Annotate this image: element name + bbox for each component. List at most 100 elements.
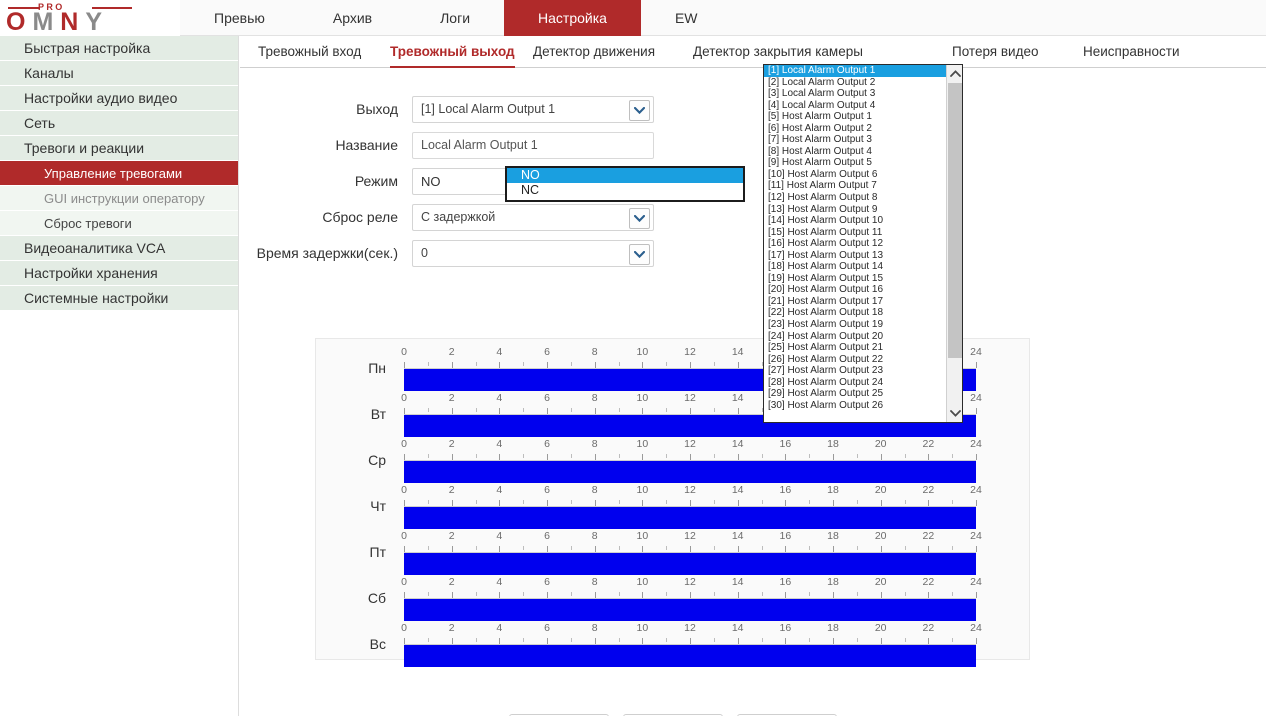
nav-item-3[interactable]: Логи [406, 0, 504, 36]
output-select[interactable]: [1] Local Alarm Output 1 [412, 95, 654, 123]
axis-tick-label: 6 [544, 438, 550, 450]
output-dropdown-popup[interactable]: [1] Local Alarm Output 1 [2] Local Alarm … [763, 64, 963, 423]
delay-time-select[interactable]: 0 [412, 239, 654, 267]
nav-item-4[interactable]: Настройка [504, 0, 641, 36]
output-option[interactable]: [30] Host Alarm Output 26 [764, 400, 947, 412]
axis-tick [618, 362, 620, 366]
output-option[interactable]: [25] Host Alarm Output 21 [764, 342, 947, 354]
axis-tick [809, 546, 811, 550]
sidebar-item-2[interactable]: Каналы [0, 61, 238, 86]
output-option[interactable]: [24] Host Alarm Output 20 [764, 331, 947, 343]
axis-tick-label: 4 [496, 576, 503, 588]
output-option[interactable]: [7] Host Alarm Output 3 [764, 134, 947, 146]
tab-label: Детектор закрытия камеры [693, 44, 863, 59]
output-option[interactable]: [14] Host Alarm Output 10 [764, 215, 947, 227]
axis-tick [475, 546, 477, 550]
tab-5[interactable]: Потеря видео [952, 36, 1038, 67]
schedule-day-label: Чт [370, 498, 386, 514]
output-option[interactable]: [15] Host Alarm Output 11 [764, 227, 947, 239]
tab-6[interactable]: Неисправности [1083, 36, 1179, 67]
axis-tick-label: 16 [779, 530, 792, 542]
axis-tick [427, 454, 429, 458]
chevron-down-icon[interactable] [629, 243, 650, 265]
schedule-bar[interactable] [404, 645, 976, 667]
sidebar-item-4[interactable]: Сеть [0, 111, 238, 136]
tab-2[interactable]: Тревожный выход [390, 36, 515, 68]
nav-item-5[interactable]: EW [641, 0, 732, 36]
output-option[interactable]: [8] Host Alarm Output 4 [764, 146, 947, 158]
sidebar-item-9[interactable]: Видеоаналитика VCA [0, 236, 238, 261]
schedule-track[interactable]: 024681012141618202224 [401, 484, 982, 529]
output-option[interactable]: [10] Host Alarm Output 6 [764, 169, 947, 181]
output-option[interactable]: [27] Host Alarm Output 23 [764, 365, 947, 377]
axis-tick [904, 454, 906, 458]
output-option[interactable]: [21] Host Alarm Output 17 [764, 296, 947, 308]
axis-tick-label: 0 [401, 484, 407, 496]
logo-omny-text: OMNY [6, 9, 109, 35]
output-option[interactable]: [5] Host Alarm Output 1 [764, 111, 947, 123]
sidebar-item-7[interactable]: GUI инструкции оператору [0, 186, 238, 211]
output-option[interactable]: [26] Host Alarm Output 22 [764, 354, 947, 366]
scroll-up-icon[interactable] [947, 65, 962, 82]
name-input[interactable]: Local Alarm Output 1 [412, 131, 654, 159]
chevron-down-icon[interactable] [629, 99, 650, 121]
output-option[interactable]: [20] Host Alarm Output 16 [764, 284, 947, 296]
output-select-value: [1] Local Alarm Output 1 [421, 101, 556, 116]
output-option[interactable]: [6] Host Alarm Output 2 [764, 123, 947, 135]
output-option[interactable]: [3] Local Alarm Output 3 [764, 88, 947, 100]
main-nav: Превью Архив Логи Настройка EW [180, 0, 732, 36]
output-dropdown-list[interactable]: [1] Local Alarm Output 1 [2] Local Alarm … [764, 65, 947, 422]
schedule-track[interactable]: 024681012141618202224 [401, 576, 982, 621]
axis-tick [976, 546, 977, 552]
chevron-down-icon[interactable] [629, 207, 650, 229]
output-option[interactable]: [11] Host Alarm Output 7 [764, 180, 947, 192]
axis-tick [809, 592, 811, 596]
output-dropdown-scrollbar[interactable] [946, 65, 962, 422]
schedule-track[interactable]: 024681012141618202224 [401, 530, 982, 575]
output-option[interactable]: [2] Local Alarm Output 2 [764, 77, 947, 89]
mode-option[interactable]: NC [507, 183, 743, 198]
output-option[interactable]: [23] Host Alarm Output 19 [764, 319, 947, 331]
sidebar-item-3[interactable]: Настройки аудио видео [0, 86, 238, 111]
output-option[interactable]: [16] Host Alarm Output 12 [764, 238, 947, 250]
output-option[interactable]: [13] Host Alarm Output 9 [764, 204, 947, 216]
tab-3[interactable]: Детектор движения [533, 36, 655, 67]
output-option[interactable]: [29] Host Alarm Output 25 [764, 388, 947, 400]
axis-tick-label: 14 [731, 622, 744, 634]
schedule-track[interactable]: 024681012141618202224 [401, 622, 982, 667]
mode-dropdown-popup[interactable]: NO NC [505, 166, 745, 202]
sidebar-item-6[interactable]: Управление тревогами [0, 161, 238, 186]
sidebar-item-5[interactable]: Тревоги и реакции [0, 136, 238, 161]
axis-tick-label: 8 [591, 438, 598, 450]
axis-tick [618, 500, 620, 504]
output-option[interactable]: [19] Host Alarm Output 15 [764, 273, 947, 285]
sidebar-item-8[interactable]: Сброс тревоги [0, 211, 238, 236]
output-option[interactable]: [1] Local Alarm Output 1 [764, 65, 947, 77]
mode-option[interactable]: NO [507, 168, 743, 183]
axis-tick-label: 10 [636, 438, 649, 450]
tab-1[interactable]: Тревожный вход [258, 36, 361, 67]
scrollbar-thumb[interactable] [948, 83, 962, 358]
output-option[interactable]: [22] Host Alarm Output 18 [764, 307, 947, 319]
axis-tick [427, 500, 429, 504]
nav-item-1[interactable]: Превью [180, 0, 299, 36]
output-option[interactable]: [4] Local Alarm Output 4 [764, 100, 947, 112]
output-option[interactable]: [12] Host Alarm Output 8 [764, 192, 947, 204]
schedule-track[interactable]: 024681012141618202224 [401, 438, 982, 483]
scroll-down-icon[interactable] [947, 405, 962, 422]
output-option[interactable]: [18] Host Alarm Output 14 [764, 261, 947, 273]
nav-item-2[interactable]: Архив [299, 0, 406, 36]
sidebar-item-1[interactable]: Быстрая настройка [0, 36, 238, 61]
output-option[interactable]: [17] Host Alarm Output 13 [764, 250, 947, 262]
schedule-axis-labels: 024681012141618202224 [401, 484, 982, 496]
relay-reset-select[interactable]: С задержкой [412, 203, 654, 231]
tab-4[interactable]: Детектор закрытия камеры [693, 36, 863, 67]
tab-active-underline [390, 66, 515, 68]
axis-tick [904, 546, 906, 550]
sidebar-item-11[interactable]: Системные настройки [0, 286, 238, 311]
axis-tick [523, 500, 525, 504]
axis-tick-label: 24 [970, 530, 982, 542]
output-option[interactable]: [28] Host Alarm Output 24 [764, 377, 947, 389]
output-option[interactable]: [9] Host Alarm Output 5 [764, 157, 947, 169]
sidebar-item-10[interactable]: Настройки хранения [0, 261, 238, 286]
